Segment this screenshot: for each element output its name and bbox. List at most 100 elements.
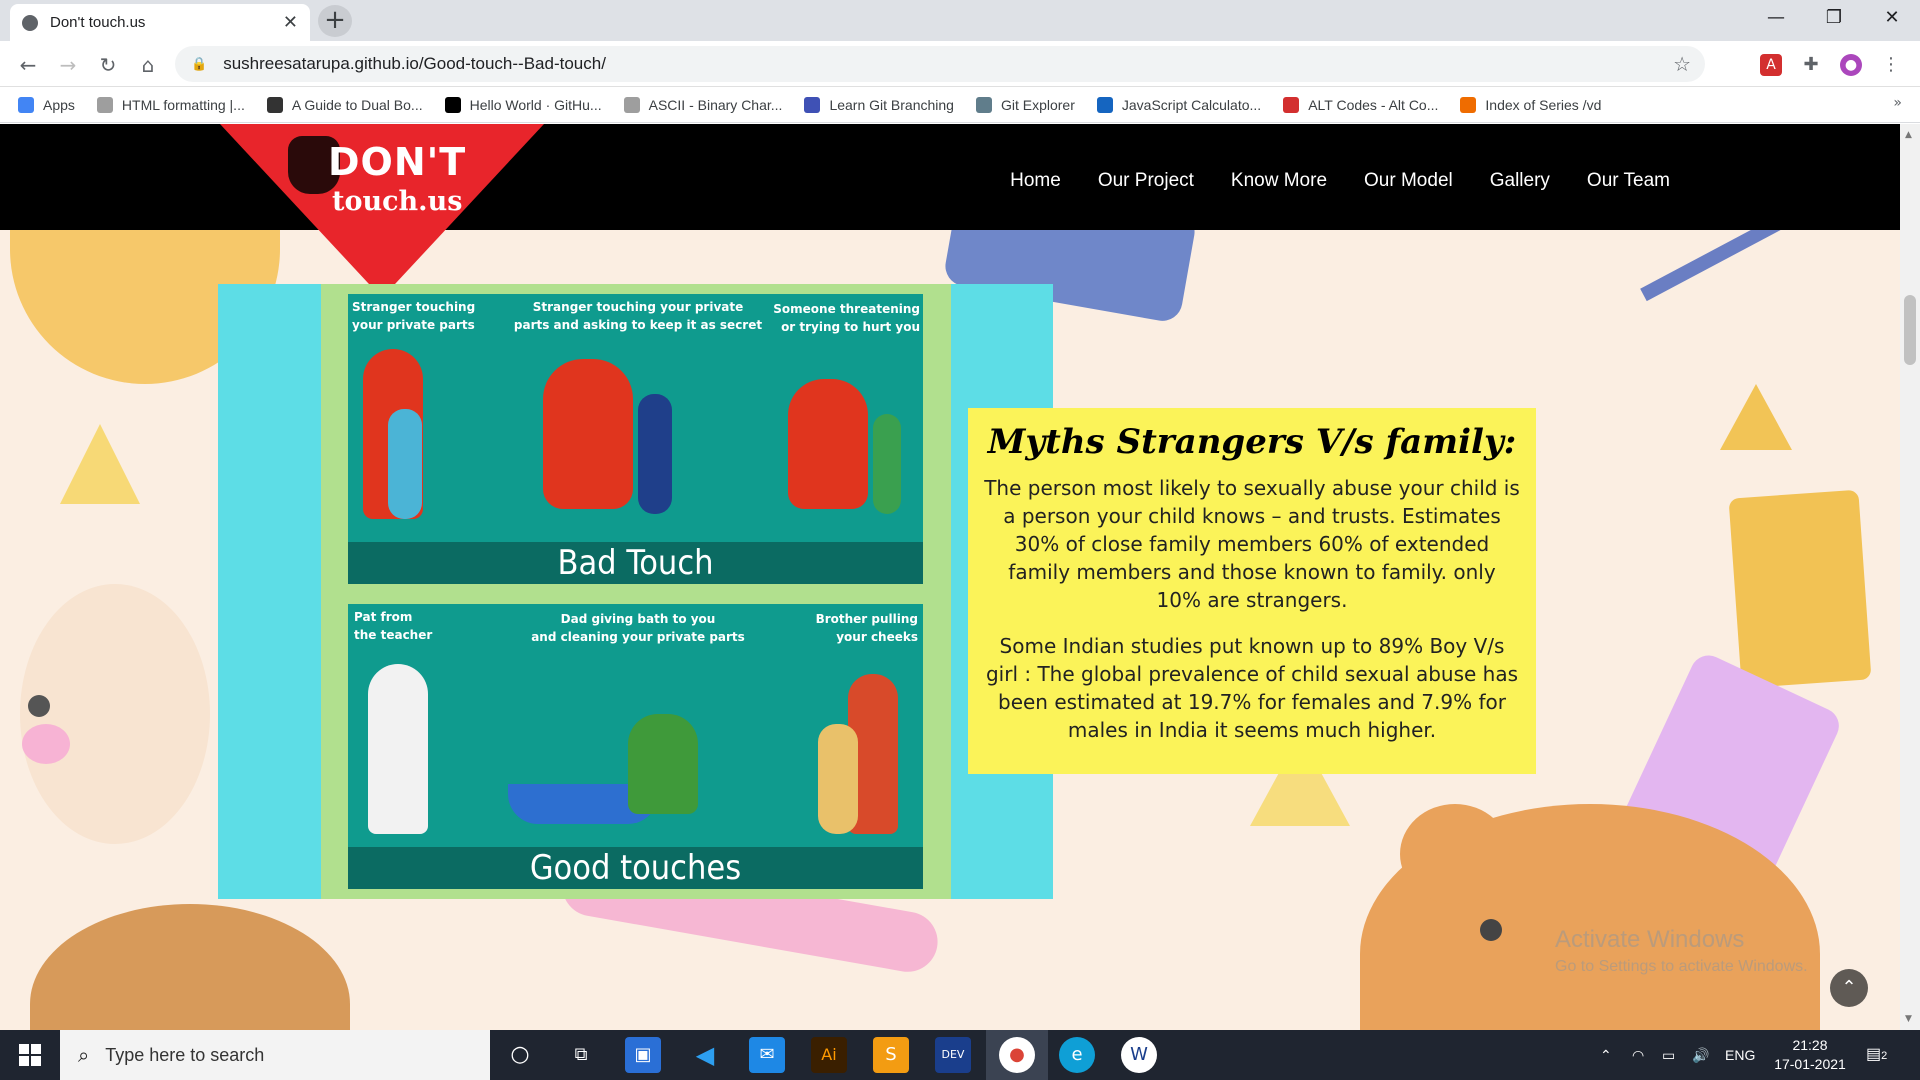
battery-icon[interactable]: ▭ (1662, 1030, 1675, 1080)
chevron-up-icon: ⌃ (1841, 977, 1857, 998)
restore-icon[interactable]: ❐ (1808, 0, 1860, 36)
bookmark-favicon-icon (96, 96, 113, 113)
bookmark-favicon-icon (266, 96, 283, 113)
bookmark-item[interactable]: JavaScript Calculato... (1096, 96, 1262, 113)
bookmark-item[interactable]: ALT Codes - Alt Co... (1283, 96, 1438, 113)
profile-avatar-icon[interactable]: ● (1840, 54, 1862, 76)
good-touch-panel: Pat from the teacher Dad giving bath to … (348, 604, 923, 889)
back-icon[interactable]: ← (12, 49, 44, 81)
chrome-icon[interactable]: ● (999, 1037, 1035, 1073)
window-close-icon[interactable]: ✕ (1866, 0, 1918, 36)
nav-link-gallery[interactable]: Gallery (1490, 170, 1550, 192)
mail-icon[interactable]: ✉ (749, 1037, 785, 1073)
page-scrollbar[interactable]: ▲ ▼ (1900, 124, 1920, 1030)
bookmark-label: Apps (43, 96, 75, 113)
activate-windows-watermark: Activate Windows Go to Settings to activ… (1555, 926, 1808, 976)
scroll-up-icon[interactable]: ▲ (1905, 130, 1912, 140)
volume-icon[interactable]: 🔊 (1692, 1030, 1709, 1080)
tab-title: Don't touch.us (50, 14, 146, 31)
bookmark-item[interactable]: Apps (18, 96, 75, 113)
sublime-text-icon[interactable]: S (873, 1037, 909, 1073)
background-teddy-eye-shape (1480, 919, 1502, 941)
browser-menu-icon[interactable]: ⋮ (1880, 54, 1902, 76)
nav-link-home[interactable]: Home (1010, 170, 1061, 192)
scroll-down-icon[interactable]: ▼ (1905, 1014, 1912, 1024)
bookmark-star-icon[interactable]: ☆ (1673, 52, 1691, 76)
bookmark-label: ASCII - Binary Char... (648, 96, 783, 113)
background-bear-eye-shape (28, 695, 50, 717)
more-bookmarks-icon[interactable]: » (1893, 95, 1902, 111)
new-tab-button[interactable]: + (318, 5, 352, 37)
child-figure (388, 409, 422, 519)
bookmark-item[interactable]: A Guide to Dual Bo... (266, 96, 423, 113)
clock-date: 17-01-2021 (1774, 1056, 1846, 1072)
panel-caption: Pat from the teacher (354, 610, 433, 642)
extensions-puzzle-icon[interactable]: ✚ (1800, 54, 1822, 76)
background-dice-shape (1728, 489, 1872, 689)
bookmark-label: Git Explorer (1000, 96, 1075, 113)
illustrator-icon[interactable]: Ai (811, 1037, 847, 1073)
task-view-icon[interactable]: ⧉ (563, 1037, 599, 1073)
cortana-icon[interactable]: ○ (502, 1037, 538, 1073)
nav-link-our-team[interactable]: Our Team (1587, 170, 1670, 192)
bad-touch-title: Bad Touch (348, 542, 923, 584)
scroll-to-top-button[interactable]: ⌃ (1830, 969, 1868, 1007)
logo-text-primary: DON'T (328, 140, 467, 184)
panel-caption: Stranger touching your private parts (352, 300, 476, 332)
browser-tab-strip: Don't touch.us ✕ + — ❐ ✕ (0, 0, 1920, 41)
bookmark-item[interactable]: Index of Series /vd (1460, 96, 1601, 113)
site-logo[interactable]: DON'T touch.us (220, 124, 545, 298)
reload-icon[interactable]: ↻ (92, 49, 124, 81)
bookmark-label: JavaScript Calculato... (1121, 96, 1262, 113)
taskbar-clock[interactable]: 21:28 17-01-2021 (1770, 1036, 1850, 1074)
scrollbar-thumb[interactable] (1904, 295, 1916, 365)
nav-link-our-project[interactable]: Our Project (1098, 170, 1194, 192)
wifi-icon[interactable]: ◠ (1632, 1030, 1644, 1080)
bookmark-favicon-icon (623, 96, 640, 113)
nav-link-our-model[interactable]: Our Model (1364, 170, 1453, 192)
windows-taskbar: ⌕ Type here to search ○ ⧉ ▣ ◀ ✉ Ai S DEV… (0, 1030, 1920, 1080)
bookmark-favicon-icon (1283, 96, 1300, 113)
edge-icon[interactable]: e (1059, 1037, 1095, 1073)
bookmark-label: Learn Git Branching (829, 96, 954, 113)
address-bar[interactable]: 🔒 sushreesatarupa.github.io/Good-touch--… (175, 46, 1705, 82)
language-indicator[interactable]: ENG (1725, 1030, 1755, 1080)
bookmark-favicon-icon (975, 96, 992, 113)
clock-time: 21:28 (1792, 1037, 1828, 1053)
bookmark-item[interactable]: Git Explorer (975, 96, 1075, 113)
lock-icon[interactable]: 🔒 (191, 57, 207, 72)
bookmark-item[interactable]: ASCII - Binary Char... (623, 96, 783, 113)
taskbar-search-box[interactable]: ⌕ Type here to search (60, 1030, 490, 1080)
browser-tab[interactable]: Don't touch.us ✕ (10, 4, 310, 41)
panel-caption: Someone threatening or trying to hurt yo… (773, 302, 920, 334)
pdf-extension-icon[interactable]: A (1760, 54, 1782, 76)
background-star-shape (1720, 384, 1792, 450)
url-text: sushreesatarupa.github.io/Good-touch--Ba… (223, 54, 606, 73)
bookmark-item[interactable]: HTML formatting |... (96, 96, 245, 113)
home-icon[interactable]: ⌂ (132, 49, 164, 81)
notification-icon[interactable]: ▤2 (1866, 1030, 1887, 1080)
app-icon[interactable]: W (1121, 1037, 1157, 1073)
myth-heading: Myths Strangers V/s family: (987, 422, 1517, 462)
bookmark-label: HTML formatting |... (121, 96, 245, 113)
vscode-icon[interactable]: ◀ (687, 1037, 723, 1073)
myth-card: Myths Strangers V/s family: The person m… (968, 408, 1536, 774)
good-touch-title: Good touches (348, 847, 923, 889)
dev-cpp-icon[interactable]: DEV (935, 1037, 971, 1073)
watermark-subtitle: Go to Settings to activate Windows. (1555, 958, 1808, 975)
close-tab-icon[interactable]: ✕ (283, 12, 298, 33)
search-placeholder: Type here to search (105, 1044, 265, 1065)
show-hidden-icons-icon[interactable]: ⌃ (1600, 1030, 1612, 1080)
start-button[interactable] (0, 1030, 60, 1080)
bookmark-item[interactable]: Learn Git Branching (804, 96, 954, 113)
store-icon[interactable]: ▣ (625, 1037, 661, 1073)
teacher-figure (368, 664, 428, 834)
nav-link-know-more[interactable]: Know More (1231, 170, 1327, 192)
forward-icon[interactable]: → (52, 49, 84, 81)
panel-caption: Dad giving bath to you and cleaning your… (531, 612, 745, 644)
bookmark-item[interactable]: Hello World · GitHu... (444, 96, 602, 113)
watermark-title: Activate Windows (1555, 926, 1745, 953)
minimize-icon[interactable]: — (1750, 0, 1802, 36)
child-figure (818, 724, 858, 834)
globe-icon (22, 14, 38, 31)
